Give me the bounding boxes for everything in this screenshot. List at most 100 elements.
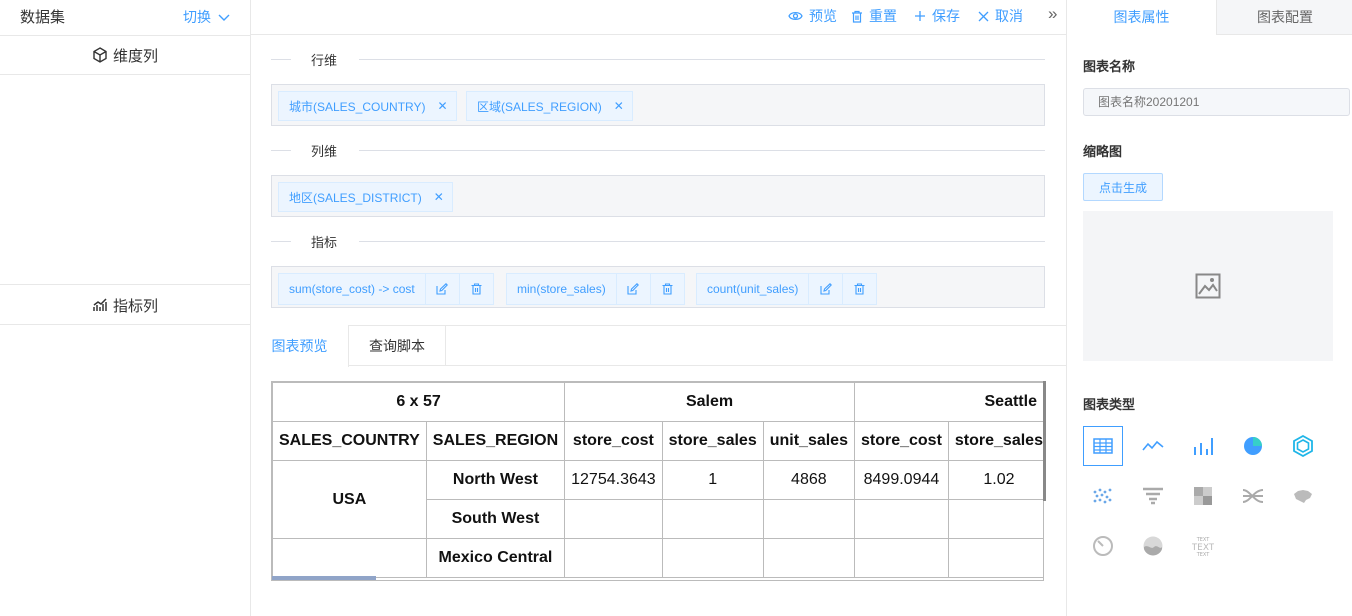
row-dim-dropzone[interactable]: 城市(SALES_COUNTRY) ✕ 区域(SALES_REGION) ✕ — [271, 84, 1045, 126]
row-region-cell: Mexico Central — [425, 538, 566, 578]
dataset-header: 数据集 切换 — [0, 0, 250, 36]
chevron-down-icon — [218, 14, 230, 21]
measure-header-label: 指标列 — [112, 297, 158, 315]
generate-thumbnail-button[interactable]: 点击生成 — [1083, 173, 1163, 201]
dataset-panel: 数据集 切换 维度列 指标列 — [0, 0, 251, 616]
value-cell: 1 — [661, 460, 764, 500]
trash-icon[interactable] — [843, 273, 878, 305]
preview-tabs: 图表预览 查询脚本 — [251, 325, 1066, 367]
measure-header: store_sales — [661, 421, 764, 461]
row-dim-tag[interactable]: 区域(SALES_REGION) ✕ — [466, 91, 633, 121]
measure-header: unit_sales — [762, 421, 855, 461]
tag-label: sum(store_cost) -> cost — [278, 273, 426, 305]
measure-header: 指标列 — [0, 286, 250, 325]
tab-chart-config[interactable]: 图表配置 — [1216, 0, 1352, 35]
switch-dataset-button[interactable]: 切换 — [183, 7, 230, 27]
value-cell: 12754.3643 — [564, 460, 663, 500]
tab-chart-properties[interactable]: 图表属性 — [1067, 0, 1216, 35]
measure-label: 指标 — [311, 235, 338, 250]
chart-type-bar-icon[interactable] — [1183, 426, 1223, 466]
toolbar: 预览 重置 保存 取消 » — [251, 0, 1066, 35]
chart-type-line-icon[interactable] — [1133, 426, 1173, 466]
thumbnail-label: 缩略图 — [1083, 144, 1123, 159]
chart-type-word-cloud-icon[interactable]: TEXT TEXT TEXT — [1183, 526, 1223, 566]
dimension-header-label: 维度列 — [112, 47, 158, 65]
chart-type-scatter-icon[interactable] — [1083, 476, 1123, 516]
measure-tag[interactable]: sum(store_cost) -> cost — [278, 273, 494, 305]
table-corner: 6 x 57 — [272, 382, 566, 422]
collapse-right-icon[interactable]: » — [1048, 4, 1057, 24]
edit-icon[interactable] — [616, 273, 651, 305]
trash-icon[interactable] — [459, 273, 494, 305]
reset-button[interactable]: 重置 — [851, 6, 897, 26]
designer-main: 预览 重置 保存 取消 » 行维 城市(SALES_COUNTRY) ✕ 区域(S… — [251, 0, 1066, 616]
edit-icon[interactable] — [809, 273, 844, 305]
measure-dropzone[interactable]: sum(store_cost) -> cost min(store_sales)… — [271, 266, 1045, 308]
preview-label: 预览 — [809, 8, 837, 24]
measure-header: store_sales — [947, 421, 1043, 461]
image-icon — [1195, 273, 1221, 299]
edit-icon[interactable] — [425, 273, 460, 305]
chart-name-label: 图表名称 — [1083, 59, 1136, 74]
col-dim-divider: 列维 — [271, 140, 1045, 160]
tab-query-script[interactable]: 查询脚本 — [349, 325, 446, 366]
value-cell: 1.02 — [947, 460, 1043, 500]
table-horizontal-scrollbar[interactable] — [272, 576, 376, 580]
row-region-cell: South West — [425, 499, 566, 539]
chart-type-parallel-icon[interactable] — [1233, 476, 1273, 516]
dimension-header: 维度列 — [0, 36, 250, 75]
col-group-header: Salem — [564, 382, 855, 422]
value-cell: 4868 — [762, 460, 855, 500]
save-label: 保存 — [932, 8, 960, 24]
chart-type-table-icon[interactable] — [1083, 426, 1123, 466]
svg-text:TEXT: TEXT — [1196, 552, 1211, 557]
measure-header: store_cost — [564, 421, 663, 461]
tag-label: 地区(SALES_DISTRICT) — [289, 190, 422, 205]
reset-label: 重置 — [869, 8, 897, 24]
value-cell: 8499.0944 — [853, 460, 949, 500]
eye-icon — [788, 11, 803, 21]
remove-icon[interactable]: ✕ — [614, 99, 624, 113]
tag-label: min(store_sales) — [506, 273, 617, 305]
row-region-cell: North West — [425, 460, 566, 500]
chart-type-heatmap-icon[interactable] — [1183, 476, 1223, 516]
tag-label: 区域(SALES_REGION) — [477, 99, 602, 114]
chart-type-gauge-icon[interactable] — [1083, 526, 1123, 566]
thumbnail-placeholder — [1083, 211, 1333, 361]
close-icon — [978, 11, 989, 21]
dataset-title: 数据集 — [20, 9, 66, 26]
cube-icon — [93, 47, 107, 63]
chart-type-radar-icon[interactable] — [1283, 426, 1323, 466]
measure-header: store_cost — [853, 421, 949, 461]
cancel-button[interactable]: 取消 — [978, 6, 1023, 26]
remove-icon[interactable]: ✕ — [437, 99, 447, 113]
chart-type-map-icon[interactable] — [1283, 476, 1323, 516]
switch-label: 切换 — [183, 9, 211, 25]
row-dim-tag[interactable]: 城市(SALES_COUNTRY) ✕ — [278, 91, 457, 121]
chart-props-panel: 图表属性 图表配置 图表名称 缩略图 点击生成 图表类型 — [1066, 0, 1352, 616]
trash-icon — [852, 10, 862, 23]
tab-chart-preview[interactable]: 图表预览 — [251, 325, 349, 367]
row-dim-label: 行维 — [311, 53, 338, 68]
plus-icon — [915, 11, 925, 21]
chart-name-input[interactable] — [1083, 88, 1350, 116]
remove-icon[interactable]: ✕ — [434, 190, 444, 204]
chart-type-label: 图表类型 — [1083, 397, 1136, 412]
row-header: SALES_REGION — [425, 421, 566, 461]
preview-button[interactable]: 预览 — [788, 6, 837, 26]
col-group-header: Seattle — [853, 382, 1043, 422]
row-country-cell: USA — [272, 460, 427, 539]
measure-divider: 指标 — [271, 231, 1045, 251]
measure-tag[interactable]: min(store_sales) — [506, 273, 685, 305]
row-header: SALES_COUNTRY — [272, 421, 427, 461]
chart-trend-icon — [93, 298, 107, 311]
table-vertical-scrollbar[interactable] — [1043, 381, 1046, 501]
col-dim-tag[interactable]: 地区(SALES_DISTRICT) ✕ — [278, 182, 453, 212]
measure-tag[interactable]: count(unit_sales) — [696, 273, 878, 305]
chart-type-liquid-icon[interactable] — [1133, 526, 1173, 566]
col-dim-dropzone[interactable]: 地区(SALES_DISTRICT) ✕ — [271, 175, 1045, 217]
trash-icon[interactable] — [650, 273, 685, 305]
save-button[interactable]: 保存 — [914, 6, 960, 26]
chart-type-funnel-icon[interactable] — [1133, 476, 1173, 516]
chart-type-pie-icon[interactable] — [1233, 426, 1273, 466]
